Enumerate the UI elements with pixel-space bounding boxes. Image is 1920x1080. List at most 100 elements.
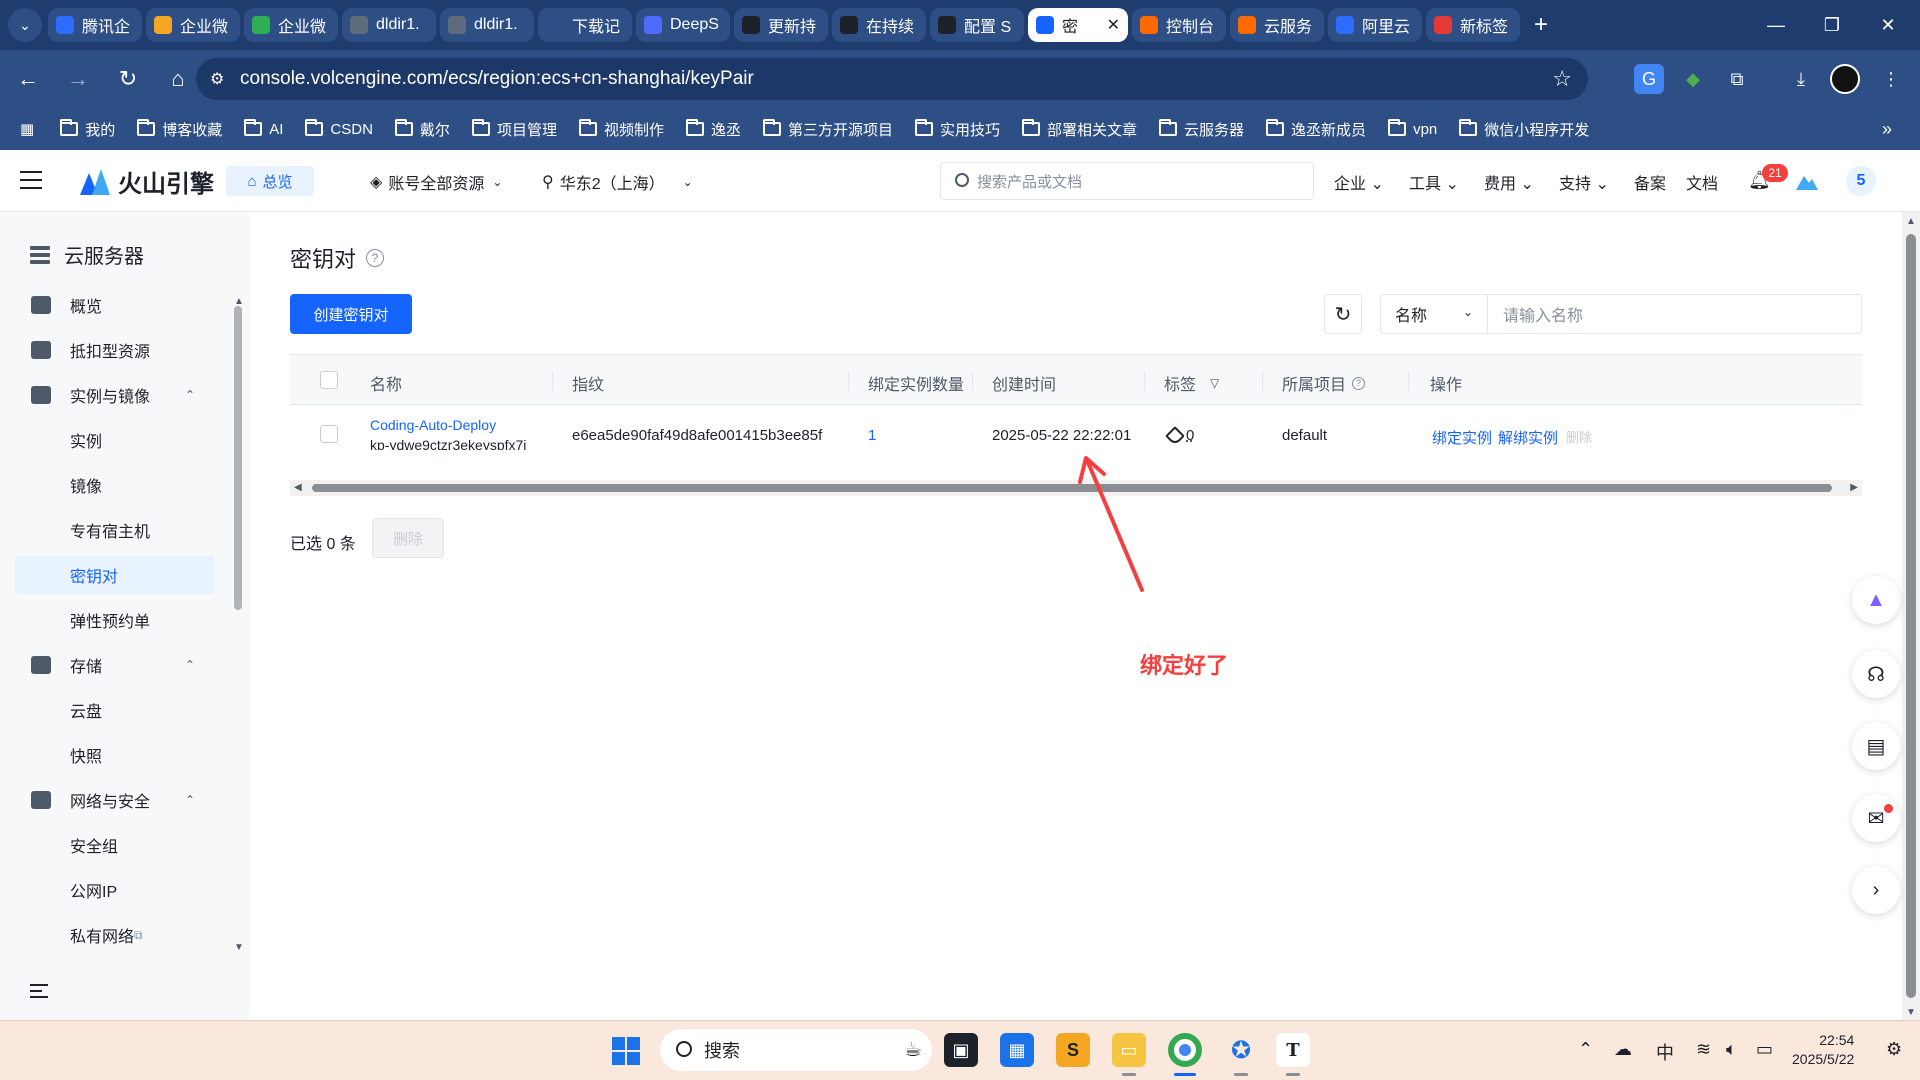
browser-menu-icon[interactable]: ⋮ <box>1876 64 1906 94</box>
browser-tab[interactable]: 腾讯企 <box>48 8 142 42</box>
browser-tab[interactable]: 新标签 <box>1426 8 1520 42</box>
sidebar-item[interactable]: 抵扣型资源 <box>15 331 215 369</box>
file-explorer-icon[interactable]: ▭ <box>1112 1033 1146 1067</box>
chat-app-icon[interactable]: ✪ <box>1224 1033 1258 1067</box>
sidebar-item[interactable]: 存储 ⌃ <box>15 646 215 684</box>
select-all-checkbox[interactable] <box>320 371 338 389</box>
browser-tab[interactable]: 控制台 <box>1132 8 1226 42</box>
bookmark-folder[interactable]: 视频制作 <box>578 119 664 140</box>
browser-tab[interactable]: 密 ✕ <box>1028 8 1128 42</box>
battery-icon[interactable]: ▭ <box>1756 1039 1773 1060</box>
column-divider[interactable] <box>1144 371 1145 391</box>
filter-field-select[interactable]: 名称 ⌄ <box>1380 294 1488 334</box>
menu-enterprise[interactable]: 企业 ⌄ <box>1334 170 1384 194</box>
browser-tab[interactable]: 配置 S <box>930 8 1024 42</box>
feedback-icon[interactable]: ✉ <box>1852 794 1900 842</box>
home-button[interactable]: ⌂ <box>156 57 200 101</box>
browser-tab[interactable]: 企业微 <box>244 8 338 42</box>
minimize-button[interactable]: — <box>1748 0 1804 50</box>
brand-logo[interactable]: 火山引擎 <box>80 164 214 199</box>
menu-tools[interactable]: 工具 ⌄ <box>1409 170 1459 194</box>
expand-panel-icon[interactable]: › <box>1852 866 1900 914</box>
sidebar-item[interactable]: 网络与安全 ⌃ <box>15 781 215 819</box>
sidebar-scrollbar[interactable] <box>234 306 242 610</box>
ai-assistant-icon[interactable]: ▲ <box>1852 576 1900 624</box>
sidebar-item[interactable]: 镜像 <box>15 466 215 504</box>
bookmark-folder[interactable]: 第三方开源项目 <box>762 119 893 140</box>
typora-icon[interactable]: T <box>1276 1033 1310 1067</box>
scrollbar-thumb[interactable] <box>1906 234 1916 998</box>
sidebar-item[interactable]: 弹性预约单 <box>15 601 215 639</box>
sidebar-item[interactable]: 密钥对 <box>15 556 215 594</box>
sidebar-item[interactable]: 公网IP <box>15 871 215 909</box>
user-avatar[interactable]: 5 <box>1846 166 1876 196</box>
browser-tab[interactable]: 阿里云 <box>1328 8 1422 42</box>
batch-delete-button[interactable]: 删除 <box>372 518 444 558</box>
forward-button[interactable]: → <box>56 57 100 101</box>
sidebar-scroll-down-icon[interactable]: ▼ <box>234 942 244 953</box>
volume-icon[interactable]: 🔈︎ <box>1726 1039 1737 1060</box>
extensions-puzzle-icon[interactable]: ⧉ <box>1722 64 1752 94</box>
customer-service-icon[interactable]: ☊ <box>1852 650 1900 698</box>
bookmark-folder[interactable]: 博客收藏 <box>137 119 222 140</box>
region-select[interactable]: ⚲ 华东2（上海） ⌄ <box>542 170 693 194</box>
bookmark-folder[interactable]: 实用技巧 <box>915 119 1000 140</box>
delete-link[interactable]: 删除 <box>1566 427 1592 446</box>
docs-book-icon[interactable]: ▤ <box>1852 722 1900 770</box>
refresh-icon[interactable]: ↻ <box>1324 294 1362 334</box>
bind-instance-link[interactable]: 绑定实例 <box>1432 427 1492 448</box>
bookmark-folder[interactable]: vpn <box>1388 119 1437 140</box>
browser-tab[interactable]: dldir1. <box>440 8 534 42</box>
help-icon[interactable]: ? <box>366 249 385 267</box>
browser-tab[interactable]: 下载记 <box>538 8 632 42</box>
column-divider[interactable] <box>1408 371 1409 391</box>
menu-support[interactable]: 支持 ⌄ <box>1559 170 1609 194</box>
bookmark-folder[interactable]: CSDN <box>305 119 373 140</box>
bookmark-folder[interactable]: 云服务器 <box>1159 119 1244 140</box>
bookmark-folder[interactable]: 逸丞新成员 <box>1266 119 1366 140</box>
vpn-extension-icon[interactable]: ◆ <box>1678 64 1708 94</box>
bookmark-folder[interactable]: AI <box>244 119 283 140</box>
scroll-up-icon[interactable]: ▲ <box>1906 216 1916 227</box>
clock[interactable]: 22:54 2025/5/22 <box>1792 1031 1854 1069</box>
tab-search-button[interactable]: ⌄ <box>8 8 42 42</box>
browser-tab[interactable]: 更新持 <box>734 8 828 42</box>
tag-count[interactable]: 0 <box>1186 427 1194 444</box>
menu-icp[interactable]: 备案 <box>1634 170 1666 194</box>
menu-billing[interactable]: 费用 ⌄ <box>1484 170 1534 194</box>
bound-instance-count-link[interactable]: 1 <box>868 427 876 444</box>
row-checkbox[interactable] <box>320 425 338 443</box>
sidebar-item[interactable]: 快照 <box>15 736 215 774</box>
key-pair-name-link[interactable]: Coding-Auto-Deploy <box>370 417 496 433</box>
account-scope-select[interactable]: ◈ 账号全部资源 ⌄ <box>370 170 502 194</box>
browser-tab[interactable]: 在持续 <box>832 8 926 42</box>
browser-tab[interactable]: 云服务 <box>1230 8 1324 42</box>
bookmark-folder[interactable]: 部署相关文章 <box>1022 119 1137 140</box>
close-tab-icon[interactable]: ✕ <box>1107 15 1120 35</box>
bookmark-folder[interactable]: 我的 <box>60 119 115 140</box>
sidebar-item[interactable]: 实例与镜像 ⌃ <box>15 376 215 414</box>
site-info-icon[interactable]: ⚙ <box>210 69 230 89</box>
bookmark-folder[interactable]: 项目管理 <box>471 119 557 140</box>
filter-name-input[interactable]: 请输入名称 <box>1487 294 1862 334</box>
bookmark-folder[interactable]: 微信小程序开发 <box>1459 119 1589 140</box>
new-tab-button[interactable]: + <box>1524 8 1558 42</box>
wifi-icon[interactable]: ≋ <box>1696 1039 1711 1060</box>
sidebar-item[interactable]: 概览 <box>15 286 215 324</box>
browser-tab[interactable]: dldir1. <box>342 8 436 42</box>
more-bookmarks-icon[interactable]: » <box>1882 119 1892 140</box>
collapse-sidebar-icon[interactable] <box>30 984 48 998</box>
sidebar-item[interactable]: 云盘 <box>15 691 215 729</box>
column-divider[interactable] <box>848 371 849 391</box>
onedrive-offline-icon[interactable]: ☁ <box>1614 1039 1632 1060</box>
filter-funnel-icon[interactable]: ▽ <box>1210 376 1219 390</box>
url-bar[interactable]: ⚙ console.volcengine.com/ecs/region:ecs+… <box>196 58 1588 100</box>
unbind-instance-link[interactable]: 解绑实例 <box>1498 427 1558 448</box>
chrome-icon[interactable] <box>1168 1033 1202 1067</box>
sidebar-item[interactable]: 私有网络 ⧉ <box>15 916 215 954</box>
page-vertical-scrollbar[interactable]: ▲ ▼ <box>1902 212 1920 1020</box>
ime-indicator[interactable]: 中 <box>1656 1039 1674 1065</box>
sublime-text-icon[interactable]: S <box>1056 1033 1090 1067</box>
back-button[interactable]: ← <box>6 57 50 101</box>
notification-center-icon[interactable]: ⚙ <box>1886 1039 1902 1060</box>
